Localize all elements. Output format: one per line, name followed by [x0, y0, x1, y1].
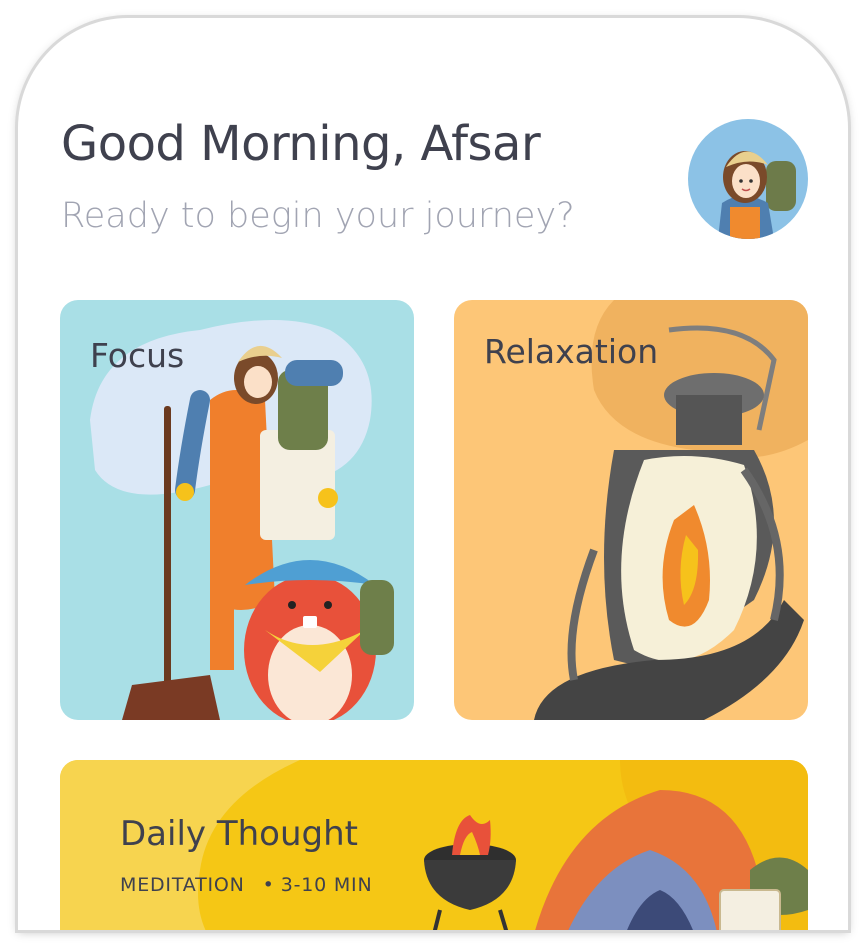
hiker-avatar-illustration	[718, 151, 796, 239]
relaxation-card-label: Relaxation	[484, 332, 659, 371]
daily-thought-duration: 3-10 MIN	[280, 874, 373, 896]
daily-thought-category: MEDITATION	[120, 874, 245, 896]
app-screen: Good Morning, Afsar Ready to begin your …	[18, 18, 848, 930]
focus-card-label: Focus	[90, 336, 185, 375]
daily-thought-meta: MEDITATION • 3-10 MIN	[120, 874, 372, 896]
separator-dot-icon: •	[262, 874, 275, 896]
daily-thought-title: Daily Thought	[120, 814, 358, 854]
avatar[interactable]	[688, 119, 808, 239]
relaxation-card[interactable]: Relaxation	[454, 300, 808, 720]
greeting-subtitle: Ready to begin your journey?	[61, 196, 575, 236]
focus-card[interactable]: Focus	[60, 300, 414, 720]
greeting-title: Good Morning, Afsar	[61, 116, 541, 172]
daily-thought-card[interactable]: Daily Thought MEDITATION • 3-10 MIN	[60, 760, 808, 930]
